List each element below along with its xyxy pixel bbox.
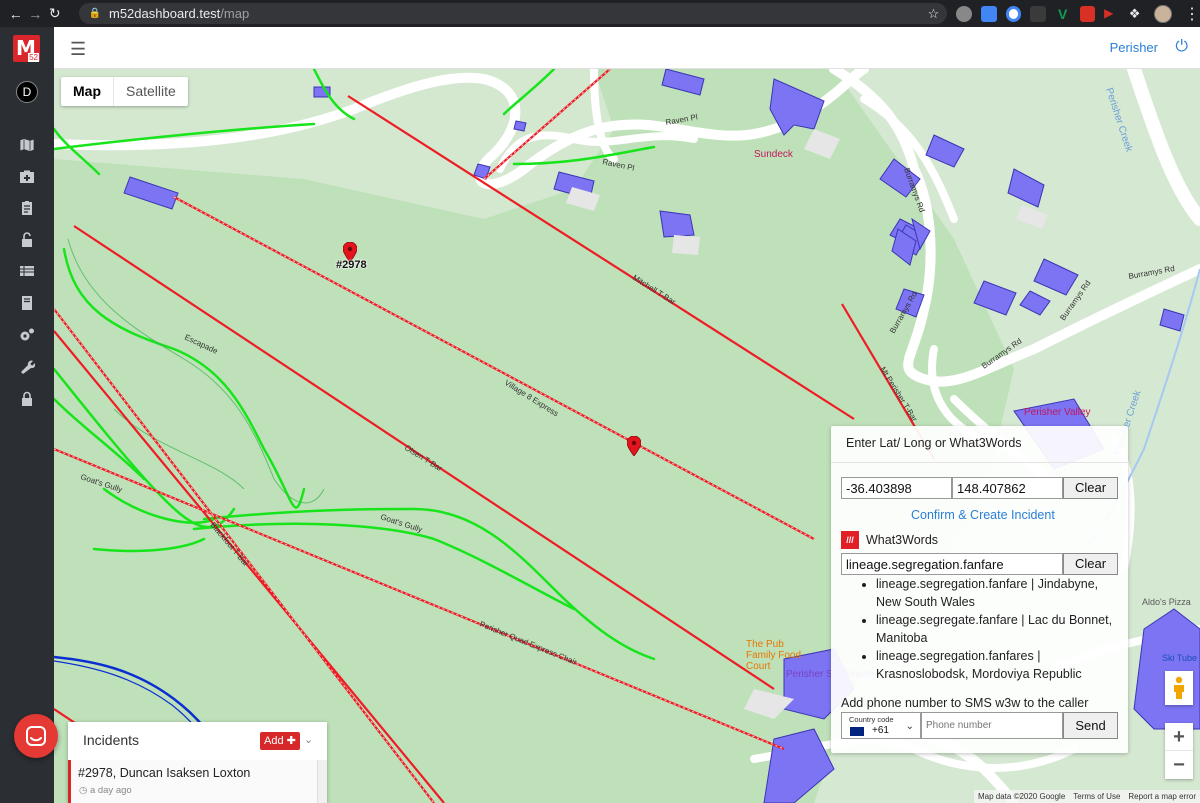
lock-icon[interactable] (17, 391, 37, 409)
extension-icon[interactable] (956, 5, 972, 22)
clock-icon: ◷ (79, 785, 88, 796)
map-attribution: Map data ©2020 Google Terms of Use Repor… (973, 790, 1200, 803)
poi-ski-tube[interactable]: Ski Tube (1162, 653, 1197, 663)
lock-open-icon[interactable] (17, 232, 37, 250)
latlong-panel: Enter Lat/ Long or What3Words Clear Conf… (831, 426, 1128, 753)
incidents-panel: Incidents Add ✚ ⌄ #2978, Duncan Isaksen … (68, 722, 327, 803)
zoom-out-button[interactable]: − (1165, 751, 1193, 779)
phone-number-input[interactable] (921, 712, 1063, 739)
chat-launcher-button[interactable] (14, 714, 58, 758)
incident-list-item[interactable]: #2978, Duncan Isaksen Loxton ◷ a day ago (68, 760, 317, 803)
poi-sundeck[interactable]: Sundeck (754, 149, 793, 160)
incident-time-text: a day ago (89, 785, 132, 796)
plus-icon: ✚ (286, 735, 296, 747)
latitude-input[interactable] (841, 477, 952, 499)
puzzle-icon[interactable]: ❖ (1129, 6, 1145, 22)
map-type-control: Map Satellite (61, 77, 188, 106)
country-code-select[interactable]: Country code +61 ⌄ (841, 712, 921, 739)
clear-w3w-button[interactable]: Clear (1063, 553, 1118, 575)
attribution-text: Map data ©2020 Google (977, 792, 1066, 801)
w3w-suggestion[interactable]: lineage.segregate.fanfare | Lac du Bonne… (876, 612, 1121, 647)
country-code-label: Country code (849, 715, 894, 724)
extension-icon[interactable] (1030, 5, 1046, 22)
australia-flag-icon (850, 727, 864, 736)
extension-icon[interactable]: ▶ (1104, 6, 1120, 22)
add-incident-button[interactable]: Add ✚ (260, 732, 300, 750)
collapse-chevron-icon[interactable]: ⌄ (304, 733, 313, 746)
zoom-in-button[interactable]: + (1165, 723, 1193, 751)
first-aid-icon[interactable] (17, 169, 37, 187)
power-icon[interactable]: ⏻ (1175, 38, 1188, 56)
app-logo[interactable]: M 52 (13, 35, 40, 62)
clipboard-icon[interactable] (17, 200, 37, 218)
map-type-map-button[interactable]: Map (61, 77, 114, 106)
list-icon[interactable] (17, 263, 37, 281)
longitude-input[interactable] (952, 477, 1063, 499)
lift-label: Mitchell T-Bar (631, 273, 677, 307)
sms-label: Add phone number to SMS w3w to the calle… (841, 696, 1089, 710)
what3words-title: What3Words (866, 533, 939, 547)
browser-menu-icon[interactable]: ⋮ (1184, 4, 1200, 24)
trail-label: Escapade (183, 333, 220, 356)
poi-perisher-valley[interactable]: Perisher Valley (1024, 407, 1091, 418)
browser-toolbar: ← → ↻ 🔒 m52dashboard.test/map ☆ V ▶ ❖ ⋮ (0, 0, 1200, 27)
profile-avatar[interactable] (1154, 4, 1172, 23)
panel-title: Enter Lat/ Long or What3Words (846, 436, 1022, 450)
zoom-control: + − (1165, 723, 1193, 779)
extension-icon[interactable] (980, 5, 997, 22)
report-error-link[interactable]: Report a map error (1128, 792, 1196, 801)
book-icon[interactable] (17, 295, 37, 313)
incident-title: #2978, Duncan Isaksen Loxton (78, 766, 251, 780)
reload-icon[interactable]: ↻ (45, 5, 65, 22)
extension-icon[interactable]: V (1055, 6, 1071, 22)
what3words-input[interactable] (841, 553, 1063, 575)
poi-aldos[interactable]: Aldo's Pizza (1142, 597, 1200, 607)
lock-icon: 🔒 (88, 8, 101, 19)
url-path: /map (220, 6, 250, 21)
chevron-down-icon: ⌄ (905, 721, 914, 732)
wrench-icon[interactable] (17, 359, 37, 377)
resort-name[interactable]: Perisher (1110, 40, 1158, 55)
w3w-suggestion[interactable]: lineage.segregation.fanfares | Krasnoslo… (876, 648, 1121, 683)
terms-link[interactable]: Terms of Use (1073, 792, 1120, 801)
url-host: m52dashboard.test (109, 6, 221, 21)
forward-arrow-icon[interactable]: → (26, 6, 46, 22)
extension-icon[interactable] (1079, 5, 1096, 22)
road-label: Raven Pl (602, 157, 636, 173)
lift-label: Olsen T-Bar (403, 443, 444, 473)
hamburger-icon[interactable]: ☰ (70, 39, 86, 60)
map-icon[interactable] (17, 137, 37, 155)
country-code-value: +61 (872, 725, 889, 736)
back-arrow-icon[interactable]: ← (6, 6, 26, 22)
map-canvas[interactable]: Raven Pl Raven Pl Burramys Rd Burramys R… (54, 69, 1200, 803)
sidebar: M 52 D (0, 27, 54, 803)
lift-label: Perisher Quad Express Chair (478, 620, 578, 667)
send-button[interactable]: Send (1063, 712, 1118, 739)
poi-pub[interactable]: The Pub Family Food Court (746, 639, 816, 672)
address-bar[interactable]: 🔒 m52dashboard.test/map ☆ (78, 3, 948, 24)
chat-icon (26, 726, 46, 746)
panel-divider (831, 462, 1128, 463)
user-avatar[interactable]: D (16, 81, 38, 103)
map-type-satellite-button[interactable]: Satellite (114, 77, 188, 106)
what3words-logo-icon: /// (841, 531, 859, 549)
settings-icon[interactable] (17, 327, 37, 345)
extension-icon[interactable] (1005, 5, 1022, 22)
w3w-suggestions-list: lineage.segregation.fanfare | Jindabyne,… (876, 576, 1121, 684)
clear-latlong-button[interactable]: Clear (1063, 477, 1118, 499)
bookmark-star-icon[interactable]: ☆ (928, 6, 940, 22)
logo-number: 52 (28, 53, 39, 62)
incidents-title: Incidents (83, 732, 140, 748)
app-header: ☰ Perisher ⏻ (54, 27, 1200, 69)
location-marker-icon[interactable] (627, 436, 641, 456)
add-incident-label: Add (264, 735, 284, 747)
street-view-pegman-icon[interactable] (1165, 671, 1193, 705)
w3w-suggestion[interactable]: lineage.segregation.fanfare | Jindabyne,… (876, 576, 1121, 611)
marker-label: #2978 (336, 259, 367, 271)
confirm-create-incident-link[interactable]: Confirm & Create Incident (911, 508, 1055, 522)
incidents-scrollbar[interactable] (317, 760, 327, 803)
incident-time: ◷ a day ago (79, 785, 132, 796)
